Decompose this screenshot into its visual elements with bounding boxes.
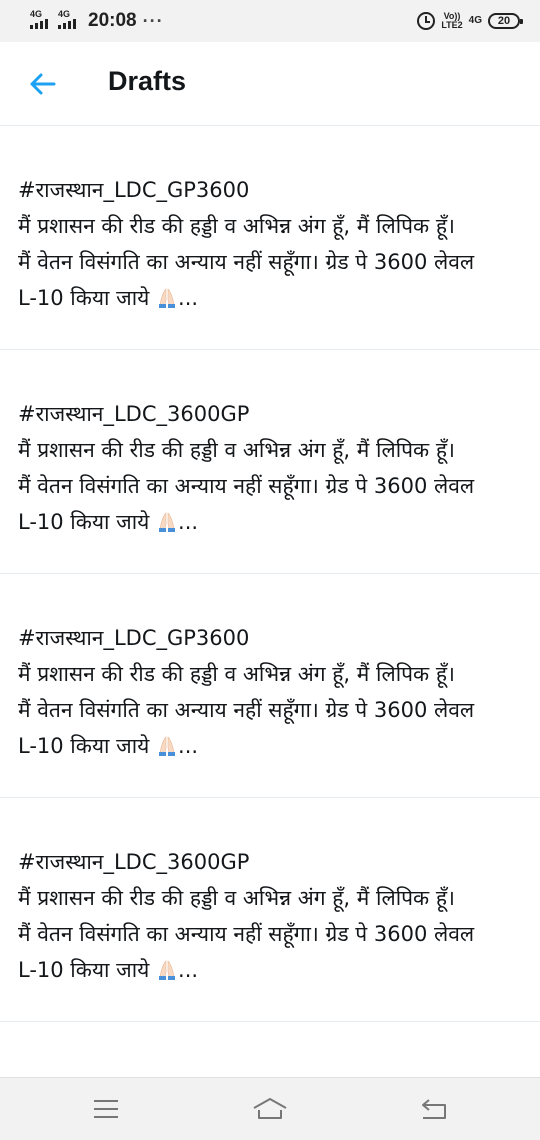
battery-icon: 20 (488, 13, 523, 29)
draft-ellipsis: ... (178, 286, 199, 310)
draft-ellipsis: ... (178, 510, 199, 534)
alarm-icon (417, 12, 436, 30)
draft-body: #राजस्थान_LDC_GP3600 मैं प्रशासन की रीड … (18, 626, 475, 758)
sim1-network-label: 4G (30, 9, 43, 19)
folded-hands-icon (159, 288, 176, 308)
draft-item[interactable]: #राजस्थान_LDC_3600GP मैं प्रशासन की रीड … (0, 350, 540, 574)
folded-hands-icon (159, 512, 176, 532)
home-button[interactable] (250, 1092, 290, 1126)
network-type-label: 4G (468, 15, 482, 26)
draft-item[interactable]: #राजस्थान_LDC_3600GP मैं प्रशासन की रीड … (0, 798, 540, 1022)
draft-body: #राजस्थान_LDC_3600GP मैं प्रशासन की रीड … (18, 402, 475, 534)
back-arrow-icon (30, 73, 56, 95)
back-nav-button[interactable] (414, 1092, 454, 1126)
drafts-list: #राजस्थान_LDC_GP3600 मैं प्रशासन की रीड … (0, 126, 540, 1022)
draft-text: #राजस्थान_LDC_3600GP मैं प्रशासन की रीड … (18, 844, 520, 988)
draft-item[interactable]: #राजस्थान_LDC_GP3600 मैं प्रशासन की रीड … (0, 126, 540, 350)
status-right: Vo)) LTE2 4G 20 (417, 12, 523, 30)
draft-item[interactable]: #राजस्थान_LDC_GP3600 मैं प्रशासन की रीड … (0, 574, 540, 798)
sim2-network-label: 4G (58, 9, 71, 19)
draft-text: #राजस्थान_LDC_GP3600 मैं प्रशासन की रीड … (18, 620, 520, 764)
page-title: Drafts (108, 66, 187, 96)
status-left: 4G 4G 20:08 ··· (30, 9, 164, 32)
volte-icon: Vo)) LTE2 (441, 12, 462, 30)
menu-button[interactable] (86, 1092, 126, 1126)
system-nav-bar (0, 1077, 540, 1140)
draft-text: #राजस्थान_LDC_GP3600 मैं प्रशासन की रीड … (18, 172, 520, 316)
folded-hands-icon (159, 960, 176, 980)
battery-level: 20 (497, 15, 511, 27)
notification-overflow: ··· (142, 10, 164, 31)
draft-body: #राजस्थान_LDC_GP3600 मैं प्रशासन की रीड … (18, 178, 475, 310)
signal-icon: 4G (58, 9, 80, 31)
draft-body: #राजस्थान_LDC_3600GP मैं प्रशासन की रीड … (18, 850, 475, 982)
draft-ellipsis: ... (178, 734, 199, 758)
home-icon (253, 1098, 287, 1119)
back-icon (422, 1099, 446, 1119)
menu-icon (94, 1100, 118, 1118)
back-button[interactable] (26, 68, 58, 100)
draft-text: #राजस्थान_LDC_3600GP मैं प्रशासन की रीड … (18, 396, 520, 540)
signal-icon: 4G (30, 9, 52, 31)
clock: 20:08 (88, 10, 137, 31)
lte-label: LTE2 (441, 20, 463, 30)
folded-hands-icon (159, 736, 176, 756)
draft-ellipsis: ... (178, 958, 199, 982)
app-bar: Drafts (0, 42, 540, 126)
status-bar: 4G 4G 20:08 ··· Vo)) LTE2 4G 20 (0, 0, 540, 42)
